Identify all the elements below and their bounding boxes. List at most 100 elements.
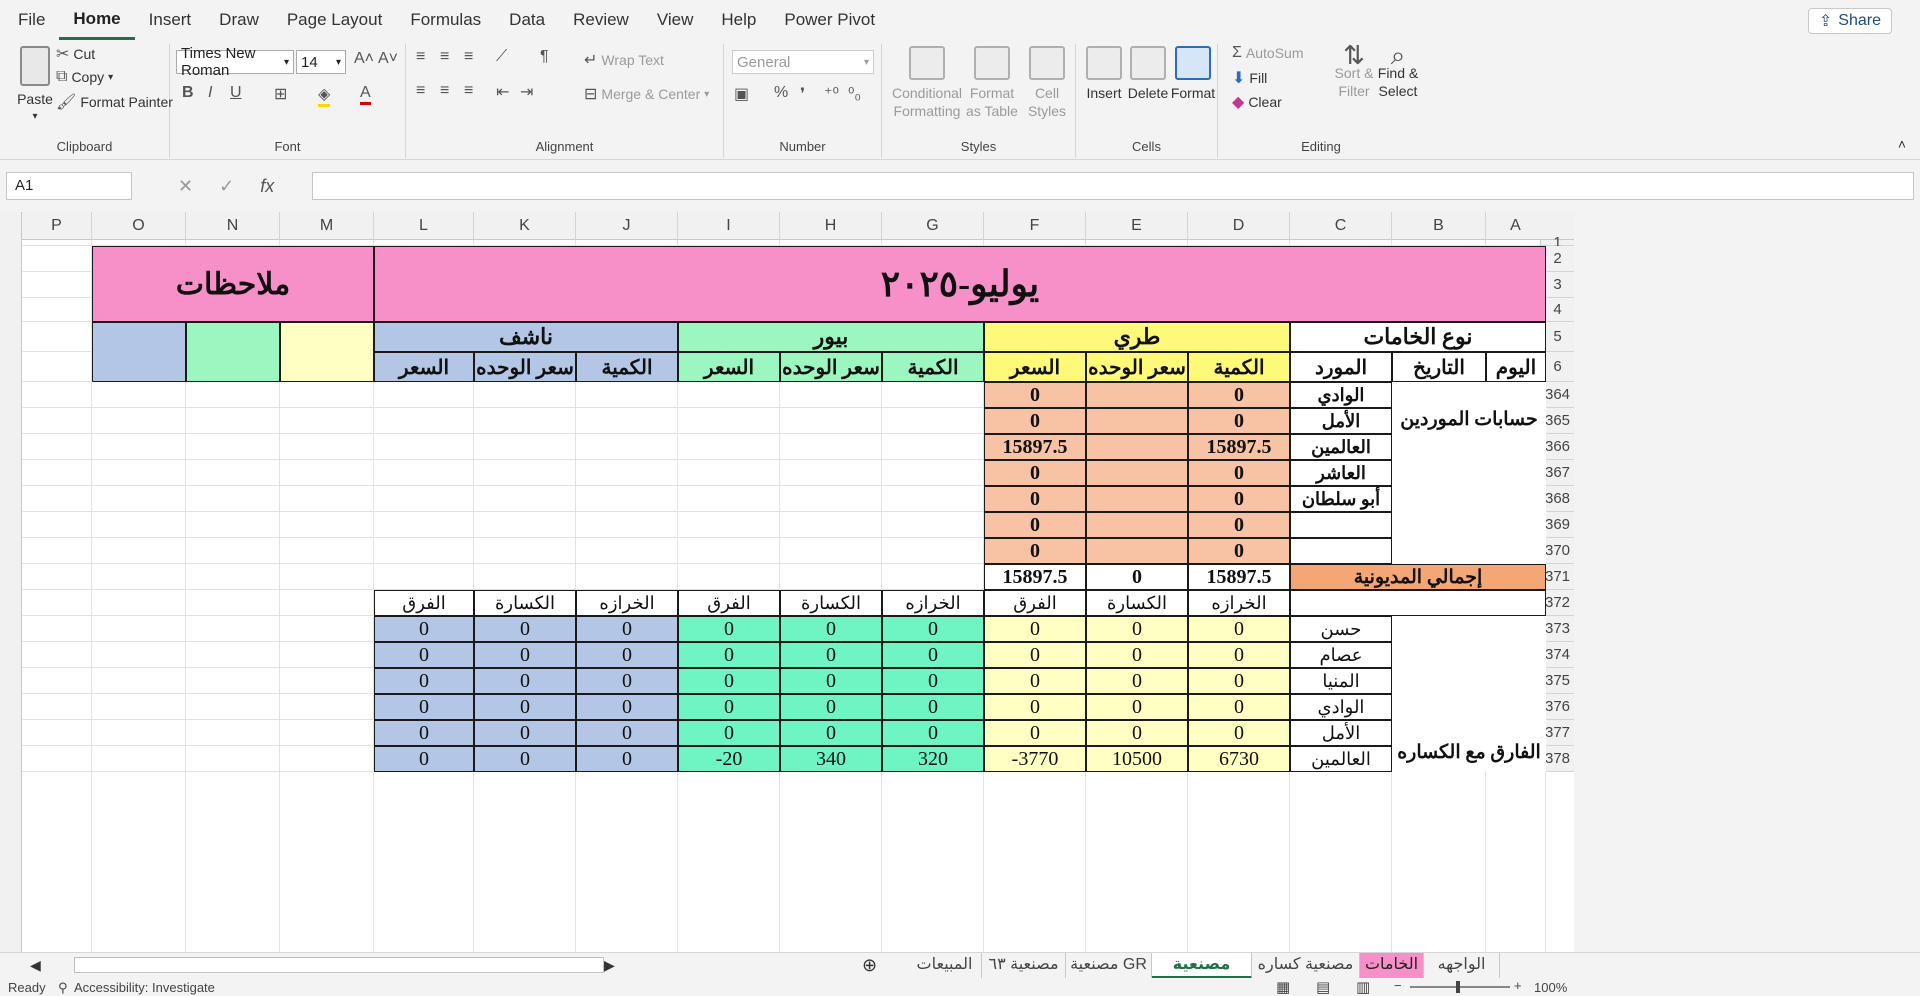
supplier-unit-price[interactable] xyxy=(1086,538,1188,564)
supplier-unit-price[interactable] xyxy=(1086,434,1188,460)
diff-value-i[interactable]: 0 xyxy=(678,616,780,642)
supplier-name[interactable]: الأمل xyxy=(1290,408,1392,434)
column-header-F[interactable]: F xyxy=(984,212,1086,240)
diff-value-j[interactable]: 0 xyxy=(576,746,678,772)
diff-value-i[interactable]: -20 xyxy=(678,746,780,772)
clear-button[interactable]: ◆ Clear xyxy=(1232,92,1282,112)
diff-value-l[interactable]: 0 xyxy=(374,668,474,694)
supplier-name[interactable]: الوادي xyxy=(1290,382,1392,408)
diff-value-d[interactable]: 0 xyxy=(1188,694,1290,720)
diff-value-f[interactable]: 0 xyxy=(984,668,1086,694)
diff-row-name[interactable]: حسن xyxy=(1290,616,1392,642)
align-bottom-button[interactable]: ≡ xyxy=(464,48,473,66)
zoom-out-icon[interactable]: − xyxy=(1394,978,1402,993)
column-header-G[interactable]: G xyxy=(882,212,984,240)
align-top-button[interactable]: ≡ xyxy=(416,48,425,66)
font-grow-button[interactable]: A˄ xyxy=(354,50,374,68)
cut-button[interactable]: ✂ Cut xyxy=(56,44,95,64)
diff-value-h[interactable]: 0 xyxy=(780,642,882,668)
diff-value-i[interactable]: 0 xyxy=(678,642,780,668)
tab-help[interactable]: Help xyxy=(707,0,770,40)
diff-value-h[interactable]: 0 xyxy=(780,616,882,642)
align-center-button[interactable]: ≡ xyxy=(440,82,449,100)
diff-value-f[interactable]: -3770 xyxy=(984,746,1086,772)
diff-row-name[interactable]: العالمين xyxy=(1290,746,1392,772)
tab-home[interactable]: Home xyxy=(59,0,135,40)
vertical-scroll-strip[interactable] xyxy=(0,212,22,952)
wrap-text-button[interactable]: ↵ Wrap Text xyxy=(584,50,664,70)
zoom-slider[interactable] xyxy=(1410,986,1510,988)
diff-value-k[interactable]: 0 xyxy=(474,746,576,772)
column-header-B[interactable]: B xyxy=(1392,212,1486,240)
supplier-price[interactable]: 0 xyxy=(984,512,1086,538)
tab-file[interactable]: File xyxy=(0,0,59,40)
sheet-tab[interactable]: الواجهه xyxy=(1424,953,1500,979)
column-header-A[interactable]: A xyxy=(1486,212,1546,240)
zoom-level[interactable]: 100% xyxy=(1534,980,1567,995)
format-cells-button[interactable]: Format xyxy=(1171,46,1215,102)
diff-value-f[interactable]: 0 xyxy=(984,642,1086,668)
supplier-qty[interactable]: 0 xyxy=(1188,408,1290,434)
group-beyour-header[interactable]: بيور xyxy=(678,322,984,352)
diff-value-i[interactable]: 0 xyxy=(678,694,780,720)
font-color-button[interactable]: A xyxy=(360,84,371,105)
confirm-icon[interactable]: ✓ xyxy=(219,176,234,197)
header-nashef-price[interactable]: السعر xyxy=(374,352,474,382)
orientation-button[interactable]: ⟋ xyxy=(496,48,507,66)
page-break-view-icon[interactable]: ▥ xyxy=(1356,978,1370,996)
spreadsheet-grid[interactable]: P O N M L K J I H G F E D C B A 1 2 3 4 5 6 364 365 366 367 368 369… xyxy=(0,212,1920,952)
diff-value-d[interactable]: 6730 xyxy=(1188,746,1290,772)
bold-button[interactable]: B xyxy=(182,84,194,102)
column-header-P[interactable]: P xyxy=(22,212,92,240)
header-beyour-unit[interactable]: سعر الوحده xyxy=(780,352,882,382)
diff-header-blank[interactable] xyxy=(1290,590,1546,616)
supplier-price[interactable]: 15897.5 xyxy=(984,434,1086,460)
column-header-N[interactable]: N xyxy=(186,212,280,240)
add-sheet-button[interactable]: ⊕ xyxy=(862,955,877,976)
supplier-name[interactable] xyxy=(1290,512,1392,538)
diff-header-diff[interactable]: الفرق xyxy=(984,590,1086,616)
notes-green-cell[interactable] xyxy=(186,322,280,382)
column-header-J[interactable]: J xyxy=(576,212,678,240)
material-type-header[interactable]: نوع الخامات xyxy=(1290,322,1546,352)
total-unit[interactable]: 0 xyxy=(1086,564,1188,590)
diff-header-diff[interactable]: الفرق xyxy=(374,590,474,616)
header-tari-price[interactable]: السعر xyxy=(984,352,1086,382)
page-layout-view-icon[interactable]: ▤ xyxy=(1316,978,1330,996)
header-supplier[interactable]: المورد xyxy=(1290,352,1392,382)
diff-header-break[interactable]: الكسارة xyxy=(474,590,576,616)
header-day[interactable]: اليوم xyxy=(1486,352,1546,382)
diff-value-g[interactable]: 0 xyxy=(882,694,984,720)
supplier-name[interactable]: العالمين xyxy=(1290,434,1392,460)
insert-cells-button[interactable]: Insert xyxy=(1084,46,1124,102)
supplier-price[interactable]: 0 xyxy=(984,538,1086,564)
tab-page-layout[interactable]: Page Layout xyxy=(273,0,396,40)
fx-icon[interactable]: fx xyxy=(260,176,274,197)
cell-styles-button[interactable]: Cell Styles xyxy=(1022,46,1072,120)
diff-value-h[interactable]: 0 xyxy=(780,720,882,746)
column-header-I[interactable]: I xyxy=(678,212,780,240)
diff-value-h[interactable]: 340 xyxy=(780,746,882,772)
sheet-title[interactable]: يوليو-٢٠٢٥ xyxy=(374,246,1546,322)
diff-value-l[interactable]: 0 xyxy=(374,642,474,668)
diff-value-h[interactable]: 0 xyxy=(780,668,882,694)
diff-header-diff[interactable]: الفرق xyxy=(678,590,780,616)
notes-header[interactable]: ملاحظات xyxy=(92,246,374,322)
sheet-tab[interactable]: مصنعية ٦٣ xyxy=(982,953,1066,979)
zoom-in-icon[interactable]: + xyxy=(1514,978,1522,993)
diff-value-j[interactable]: 0 xyxy=(576,720,678,746)
supplier-price[interactable]: 0 xyxy=(984,486,1086,512)
header-nashef-unit[interactable]: سعر الوحده xyxy=(474,352,576,382)
diff-value-d[interactable]: 0 xyxy=(1188,642,1290,668)
comma-button[interactable]: ❜ xyxy=(800,84,805,104)
column-header-C[interactable]: C xyxy=(1290,212,1392,240)
header-date[interactable]: التاريخ xyxy=(1392,352,1486,382)
diff-value-f[interactable]: 0 xyxy=(984,720,1086,746)
sheet-tab[interactable]: مصنعية GR xyxy=(1066,953,1152,979)
diff-value-l[interactable]: 0 xyxy=(374,694,474,720)
group-tari-header[interactable]: طري xyxy=(984,322,1290,352)
supplier-unit-price[interactable] xyxy=(1086,512,1188,538)
supplier-price[interactable]: 0 xyxy=(984,460,1086,486)
align-middle-button[interactable]: ≡ xyxy=(440,48,449,66)
diff-value-k[interactable]: 0 xyxy=(474,668,576,694)
